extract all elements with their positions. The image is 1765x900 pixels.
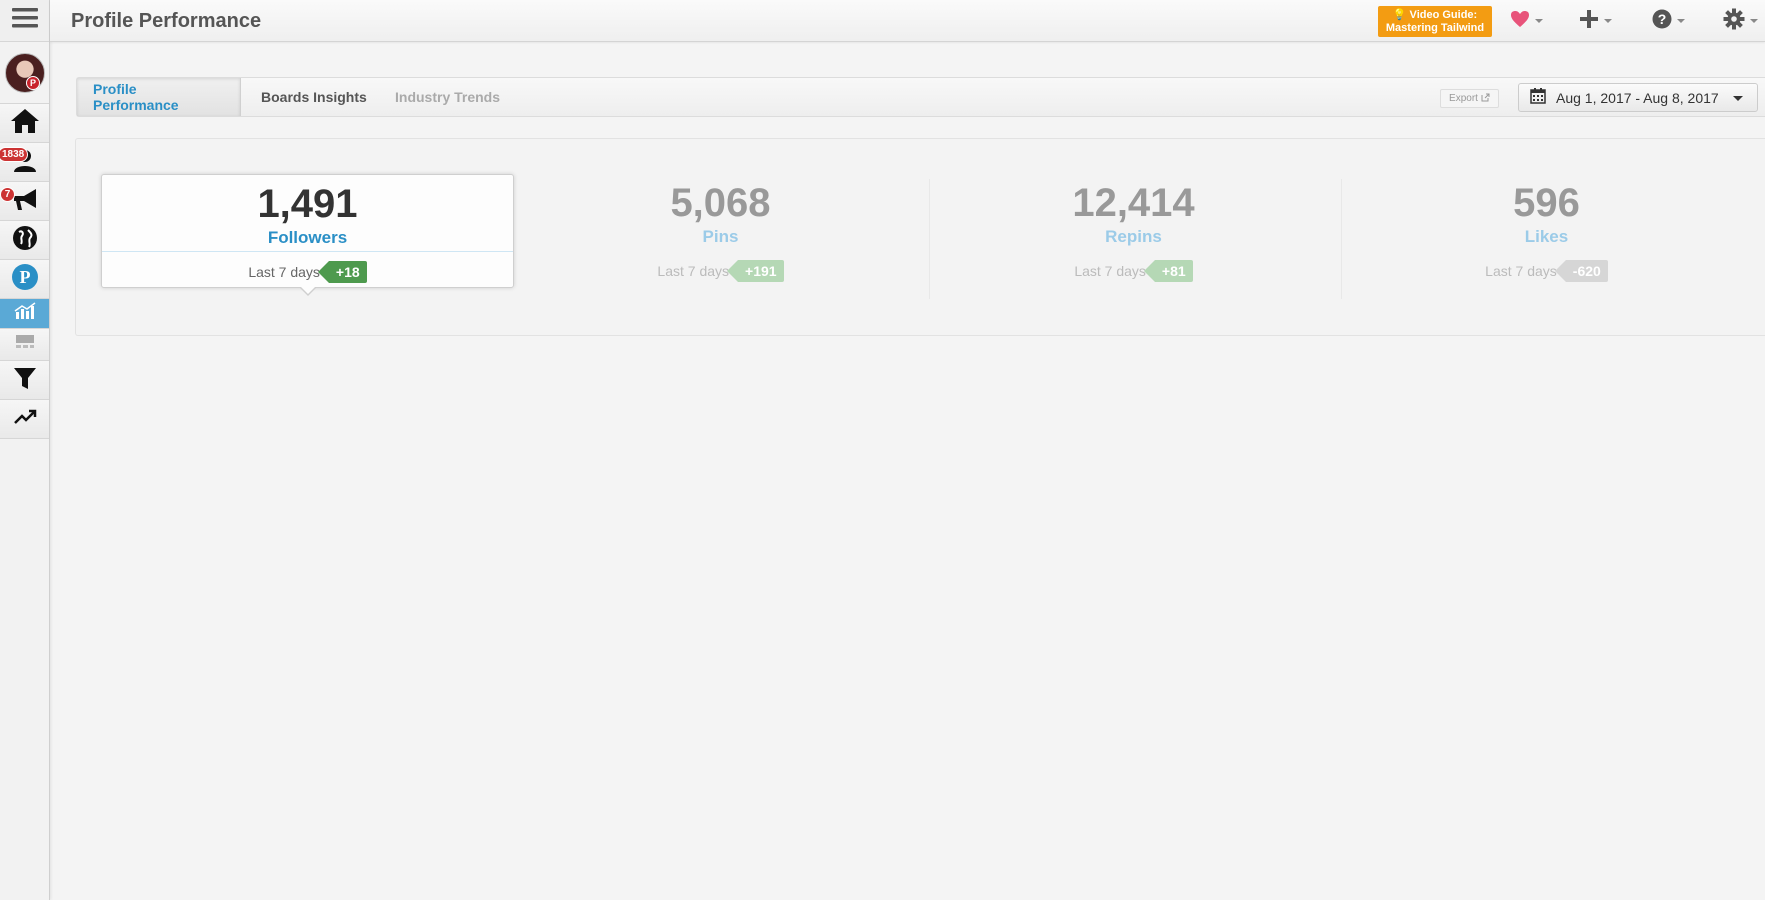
home-icon (10, 108, 40, 139)
campaigns-count-badge: 7 (0, 187, 15, 202)
chevron-down-icon (1604, 19, 1612, 23)
help-icon: ? (1652, 9, 1672, 34)
stat-period: Last 7 days (1074, 263, 1146, 279)
sidebar-item-campaigns[interactable]: 7 (0, 182, 49, 221)
gear-icon (1723, 8, 1745, 35)
divider (1340, 250, 1753, 251)
stat-period: Last 7 days (1485, 263, 1557, 279)
external-link-icon (1481, 93, 1490, 105)
stat-footer: Last 7 days +18 (102, 261, 513, 283)
stat-period: Last 7 days (657, 263, 730, 279)
trending-up-icon (13, 408, 37, 431)
community-count-badge: 1838 (0, 147, 29, 162)
date-range-picker[interactable]: Aug 1, 2017 - Aug 8, 2017 (1518, 83, 1758, 112)
heart-icon (1510, 10, 1530, 33)
globe-icon (11, 224, 39, 257)
chevron-down-icon (1733, 96, 1743, 101)
stats-panel: 1,491 Followers Last 7 days +18 5,068 Pi… (75, 138, 1765, 336)
video-guide-line2: Mastering Tailwind (1385, 22, 1485, 34)
tab-profile-performance[interactable]: Profile Performance (77, 78, 241, 116)
pinterest-icon: P (11, 263, 39, 296)
chevron-down-icon (1677, 19, 1685, 23)
chevron-down-icon (1750, 19, 1758, 23)
top-header: Profile Performance 💡 Video Guide: Maste… (50, 0, 1765, 42)
stat-label: Likes (1524, 227, 1569, 246)
stat-card-repins[interactable]: 12,414 Repins Last 7 days +81 (927, 174, 1340, 288)
sidebar-item-global[interactable] (0, 221, 49, 260)
stat-value: 596 (1513, 181, 1580, 225)
divider (102, 251, 513, 252)
pinterest-badge-icon: P (26, 76, 40, 90)
stat-label: Pins (702, 227, 739, 246)
stat-card-followers[interactable]: 1,491 Followers Last 7 days +18 (101, 174, 514, 296)
video-guide-button[interactable]: 💡 Video Guide: Mastering Tailwind (1378, 6, 1492, 37)
svg-text:P: P (19, 267, 30, 287)
stat-footer: Last 7 days -620 (1340, 260, 1753, 282)
sidebar-item-community[interactable]: 1838 (0, 143, 49, 182)
sidebar-item-boards[interactable] (0, 329, 49, 361)
stat-label: Repins (1105, 227, 1162, 246)
sidebar: P 1838 7 P (0, 0, 50, 900)
stat-value: 12,414 (1072, 181, 1195, 225)
selected-pointer (298, 286, 317, 296)
tab-industry-trends[interactable]: Industry Trends (379, 78, 516, 116)
chevron-down-icon (1535, 19, 1543, 23)
stat-delta-badge: +81 (1143, 260, 1193, 282)
stat-card-likes[interactable]: 596 Likes Last 7 days -620 (1340, 174, 1753, 288)
stat-period: Last 7 days (248, 264, 320, 280)
board-icon (14, 334, 36, 355)
sidebar-item-home[interactable] (0, 104, 49, 143)
sidebar-item-pinterest[interactable]: P (0, 260, 49, 299)
help-menu[interactable]: ? (1652, 9, 1685, 33)
stat-footer: Last 7 days +81 (927, 260, 1340, 282)
date-range-label: Aug 1, 2017 - Aug 8, 2017 (1556, 89, 1719, 106)
stat-value: 5,068 (670, 181, 771, 225)
stat-card-pins[interactable]: 5,068 Pins Last 7 days +191 (514, 174, 927, 288)
calendar-icon (1530, 88, 1546, 107)
sidebar-item-analytics[interactable] (0, 299, 49, 329)
sidebar-item-funnel[interactable] (0, 361, 49, 400)
profile-switcher[interactable]: P (0, 42, 49, 104)
menu-button[interactable] (0, 0, 49, 42)
analytics-chart-icon (14, 302, 36, 325)
stat-label: Followers (267, 228, 348, 247)
tab-boards-insights[interactable]: Boards Insights (245, 78, 383, 116)
settings-menu[interactable] (1723, 8, 1758, 35)
analytics-tabs-bar: Profile Performance Boards Insights Indu… (76, 77, 1765, 117)
stat-delta-badge: +18 (317, 261, 367, 283)
stat-value: 1,491 (257, 182, 358, 226)
divider (514, 250, 927, 251)
funnel-icon (12, 365, 38, 396)
favorites-menu[interactable] (1510, 9, 1543, 33)
hamburger-icon (11, 7, 38, 34)
stat-delta-badge: -620 (1554, 260, 1608, 282)
export-label: Export (1449, 93, 1478, 104)
stat-delta-badge: +191 (727, 260, 784, 282)
page-title: Profile Performance (71, 10, 262, 32)
svg-text:?: ? (1658, 11, 1667, 27)
stat-footer: Last 7 days +191 (514, 260, 927, 282)
divider (927, 250, 1340, 251)
export-button[interactable]: Export (1440, 89, 1499, 108)
sidebar-item-trends[interactable] (0, 400, 49, 439)
plus-icon (1579, 9, 1599, 34)
add-menu[interactable] (1579, 9, 1612, 33)
video-guide-line1: 💡 Video Guide: (1392, 9, 1478, 21)
